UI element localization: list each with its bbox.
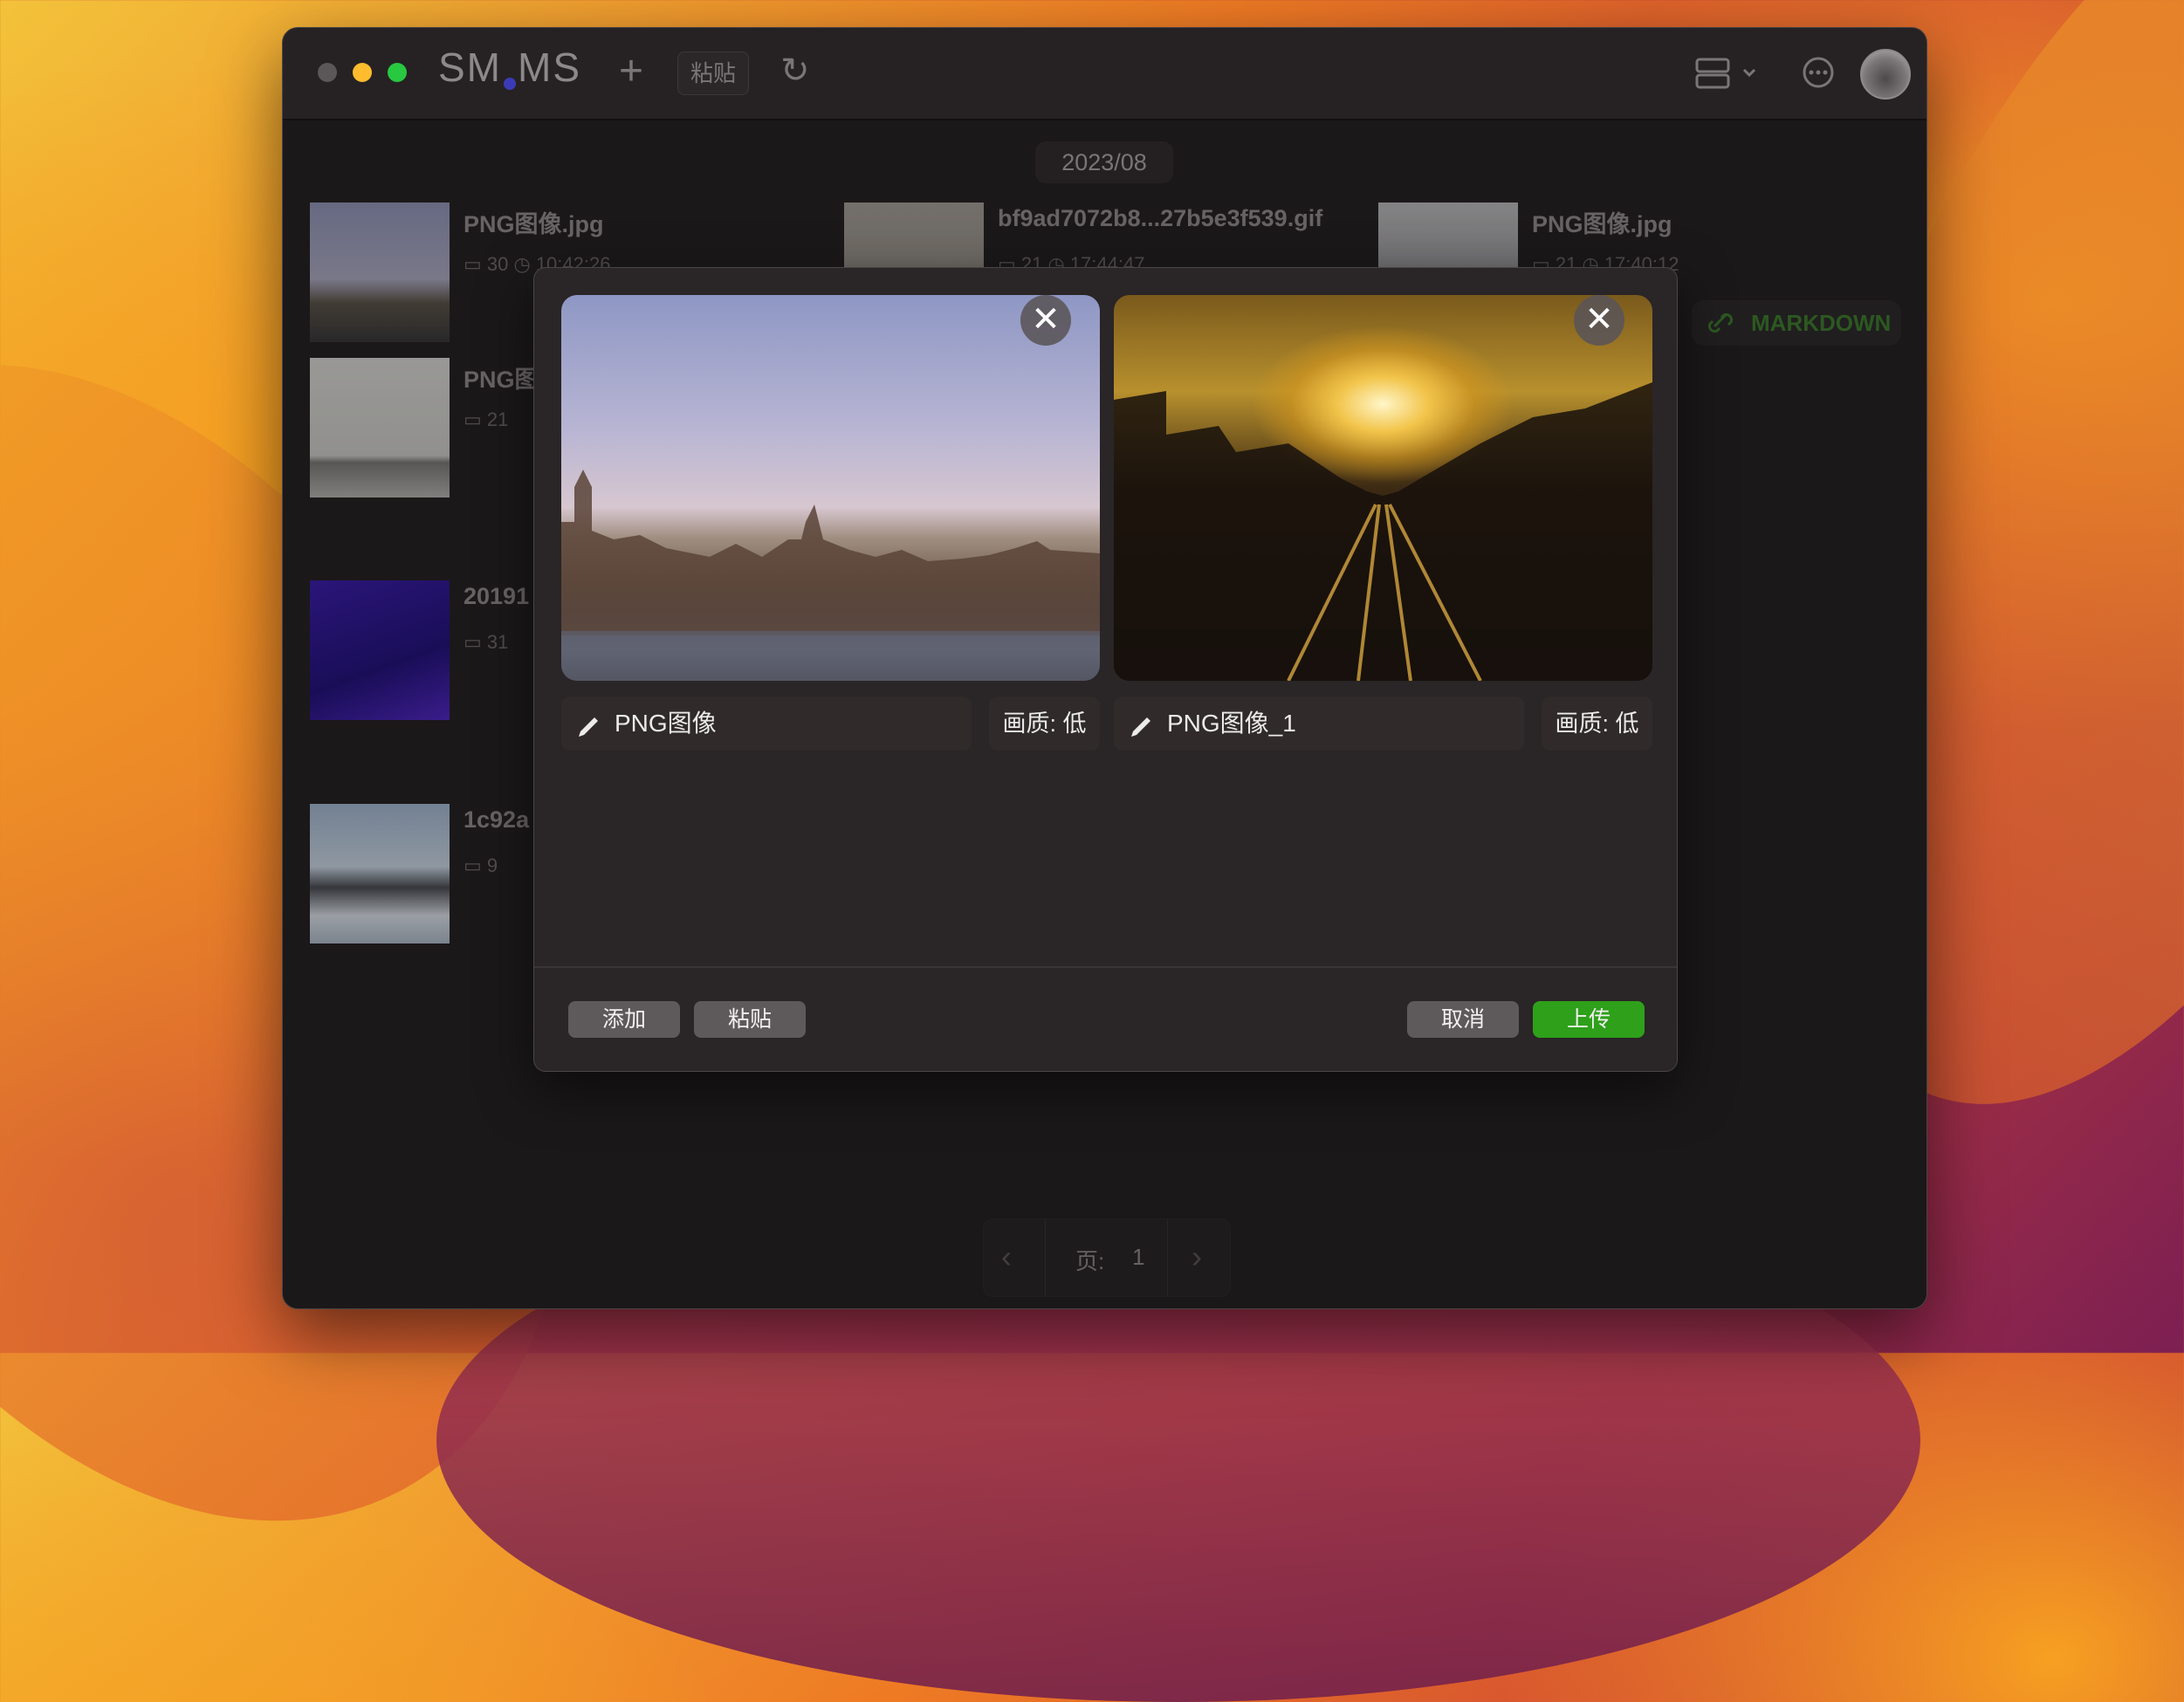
app-logo: SM MS — [438, 44, 581, 91]
upload-dialog: ✕ ✕ PNG图像 画质: 低 PNG图像_1 画质: 低 添加 粘贴 取消 上… — [533, 267, 1678, 1072]
remove-preview-1-close-icon[interactable]: ✕ — [1020, 295, 1071, 346]
filename-field-1[interactable]: PNG图像 — [561, 697, 972, 751]
toolbar-paste-button[interactable]: 粘贴 — [677, 51, 749, 95]
logo-text-left: SM — [438, 45, 502, 90]
window-minimize-dot[interactable] — [353, 63, 372, 82]
layout-toggle-icon[interactable] — [1695, 58, 1765, 93]
upload-preview-1 — [561, 295, 1100, 681]
window-close-dot[interactable] — [318, 63, 337, 82]
cancel-button[interactable]: 取消 — [1407, 1001, 1519, 1038]
pencil-icon — [1128, 698, 1154, 768]
logo-dot — [504, 78, 516, 90]
street-silhouette — [1114, 382, 1652, 681]
window-zoom-dot[interactable] — [388, 63, 407, 82]
add-button[interactable]: 添加 — [568, 1001, 680, 1038]
avatar[interactable] — [1860, 49, 1911, 100]
paste-button[interactable]: 粘贴 — [694, 1001, 806, 1038]
refresh-icon[interactable]: ↻ — [780, 51, 810, 91]
quality-selector-2[interactable]: 画质: 低 — [1542, 697, 1652, 751]
app-window: SM MS + 粘贴 ↻ 2023/08 PNG图像.jpg ▭ 30 ◷ 10:… — [282, 27, 1927, 1309]
filename-field-2[interactable]: PNG图像_1 — [1114, 697, 1524, 751]
filename-label-1: PNG图像 — [615, 710, 717, 737]
skyline-silhouette — [561, 470, 1100, 681]
pencil-icon — [575, 698, 601, 768]
filename-label-2: PNG图像_1 — [1167, 710, 1296, 737]
remove-preview-2-close-icon[interactable]: ✕ — [1574, 295, 1624, 346]
more-icon[interactable] — [1802, 56, 1835, 93]
add-icon[interactable]: + — [619, 47, 643, 95]
upload-preview-2 — [1114, 295, 1652, 681]
titlebar: SM MS + 粘贴 ↻ — [283, 28, 1926, 120]
upload-button[interactable]: 上传 — [1533, 1001, 1645, 1038]
quality-selector-1[interactable]: 画质: 低 — [989, 697, 1100, 751]
dialog-divider — [534, 966, 1677, 968]
logo-text-right: MS — [518, 45, 581, 90]
